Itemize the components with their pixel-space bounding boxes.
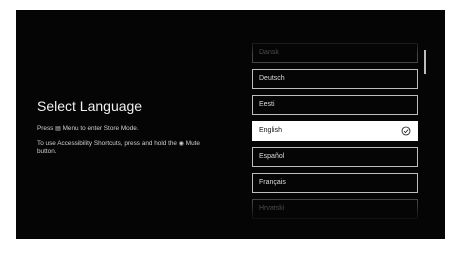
language-option[interactable]: Eesti [252,95,418,115]
check-circle-icon [401,126,411,136]
language-option[interactable]: Hrvatski [252,199,418,219]
language-list[interactable]: Dansk Deutsch Eesti English Español Fran… [252,40,422,220]
language-option[interactable]: Deutsch [252,69,418,89]
language-option-selected[interactable]: English [252,121,418,141]
language-option[interactable]: Dansk [252,43,418,63]
store-mode-instruction: Press ▤ Menu to enter Store Mode. [37,125,139,132]
accessibility-instruction: To use Accessibility Shortcuts, press an… [37,140,200,155]
scrollbar[interactable] [424,50,426,74]
language-option[interactable]: Español [252,147,418,167]
page-title: Select Language [37,98,143,114]
language-option[interactable]: Français [252,173,418,193]
tv-screen: Select Language Press ▤ Menu to enter St… [16,10,445,239]
